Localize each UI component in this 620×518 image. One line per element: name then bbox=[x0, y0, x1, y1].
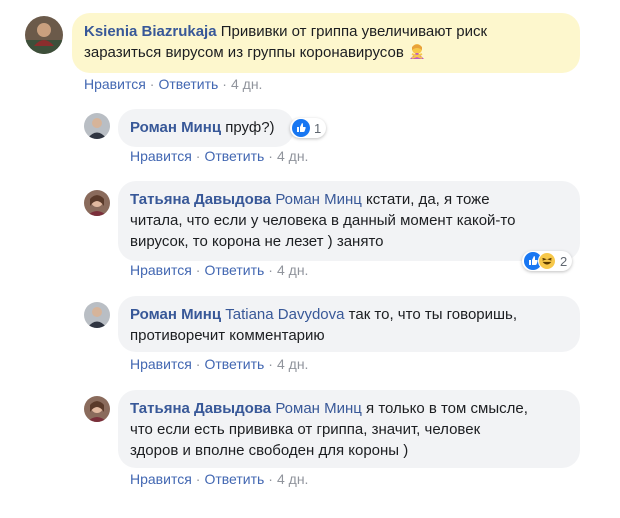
reply-link[interactable]: Ответить bbox=[204, 356, 264, 372]
comment-text-line: противоречит комментарию bbox=[130, 327, 325, 344]
avatar[interactable] bbox=[84, 113, 110, 139]
avatar[interactable] bbox=[84, 302, 110, 328]
timestamp[interactable]: 4 дн. bbox=[277, 356, 308, 372]
separator-dot: · bbox=[268, 148, 273, 164]
like-link[interactable]: Нравится bbox=[130, 356, 192, 372]
mention-link[interactable]: Tatiana Davydova bbox=[225, 306, 344, 323]
avatar[interactable] bbox=[25, 16, 63, 54]
reply-link[interactable]: Ответить bbox=[204, 148, 264, 164]
like-link[interactable]: Нравится bbox=[130, 148, 192, 164]
reaction-count: 1 bbox=[314, 120, 322, 136]
haha-reaction-icon bbox=[538, 252, 556, 270]
avatar[interactable] bbox=[84, 190, 110, 216]
avatar-photo bbox=[84, 190, 110, 216]
comment-bubble: Роман Минц пруф?) bbox=[118, 109, 294, 147]
comment-author[interactable]: Роман Минц bbox=[130, 119, 221, 136]
separator-dot: · bbox=[222, 76, 227, 92]
comment-text-line: заразиться вирусом из группы коронавирус… bbox=[84, 44, 404, 61]
timestamp[interactable]: 4 дн. bbox=[231, 76, 262, 92]
separator-dot: · bbox=[268, 471, 273, 487]
separator-dot: · bbox=[268, 356, 273, 372]
comment-bubble: Татьяна Давыдова Роман Минц кстати, да, … bbox=[118, 181, 580, 261]
avatar-photo bbox=[25, 16, 63, 54]
comment-actions: Нравится · Ответить · 4 дн. bbox=[130, 471, 308, 487]
comment-author[interactable]: Ksienia Biazrukaja bbox=[84, 23, 217, 40]
mention-link[interactable]: Роман Минц bbox=[275, 191, 362, 208]
separator-dot: · bbox=[195, 262, 201, 278]
comment-bubble: Татьяна Давыдова Роман Минц я только в т… bbox=[118, 390, 580, 468]
comment-actions: Нравится · Ответить · 4 дн. bbox=[130, 356, 308, 372]
avatar[interactable] bbox=[84, 396, 110, 422]
comment-text-line: что если есть прививка от гриппа, значит… bbox=[130, 421, 481, 438]
comment-author[interactable]: Роман Минц bbox=[130, 306, 221, 323]
reaction-count: 2 bbox=[560, 253, 568, 269]
comment-bubble: Ksienia Biazrukaja Прививки от гриппа ув… bbox=[72, 13, 580, 73]
comment-text-line: читала, что если у человека в данный мом… bbox=[130, 212, 516, 229]
avatar-photo bbox=[84, 396, 110, 422]
reactions-badge[interactable]: 1 bbox=[290, 118, 327, 138]
comment-text-line: вирусок, то корона не лезет ) занято bbox=[130, 233, 384, 250]
timestamp[interactable]: 4 дн. bbox=[277, 471, 308, 487]
timestamp[interactable]: 4 дн. bbox=[277, 148, 308, 164]
reply-link[interactable]: Ответить bbox=[158, 76, 218, 92]
reply-link[interactable]: Ответить bbox=[204, 471, 264, 487]
timestamp[interactable]: 4 дн. bbox=[277, 262, 308, 278]
reactions-badge[interactable]: 2 bbox=[522, 251, 573, 271]
avatar-photo bbox=[84, 113, 110, 139]
reply-link[interactable]: Ответить bbox=[204, 262, 264, 278]
like-link[interactable]: Нравится bbox=[130, 262, 192, 278]
avatar-photo bbox=[84, 302, 110, 328]
comment-text-line: здоров и вполне свободен для короны ) bbox=[130, 442, 409, 459]
separator-dot: · bbox=[195, 148, 201, 164]
comment-text-line: я только в том смысле, bbox=[366, 400, 528, 417]
comment-author[interactable]: Татьяна Давыдова bbox=[130, 400, 271, 417]
separator-dot: · bbox=[195, 471, 201, 487]
comment-actions: Нравится · Ответить · 4 дн. bbox=[84, 76, 262, 92]
like-link[interactable]: Нравится bbox=[130, 471, 192, 487]
separator-dot: · bbox=[195, 356, 201, 372]
comment-actions: Нравится · Ответить · 4 дн. bbox=[130, 262, 308, 278]
separator-dot: · bbox=[149, 76, 155, 92]
comment-bubble: Роман Минц Tatiana Davydova так то, что … bbox=[118, 296, 580, 352]
comment-actions: Нравится · Ответить · 4 дн. bbox=[130, 148, 308, 164]
separator-dot: · bbox=[268, 262, 273, 278]
comment-author[interactable]: Татьяна Давыдова bbox=[130, 191, 271, 208]
like-reaction-icon bbox=[292, 119, 310, 137]
mention-link[interactable]: Роман Минц bbox=[275, 400, 362, 417]
comment-text-line: так то, что ты говоришь, bbox=[348, 306, 518, 323]
like-link[interactable]: Нравится bbox=[84, 76, 146, 92]
comment-text-line: кстати, да, я тоже bbox=[366, 191, 490, 208]
person-gesturing-no-emoji bbox=[408, 42, 426, 60]
comment-text: пруф?) bbox=[225, 119, 275, 136]
comment-text-line: Прививки от гриппа увеличивают риск bbox=[220, 23, 488, 40]
